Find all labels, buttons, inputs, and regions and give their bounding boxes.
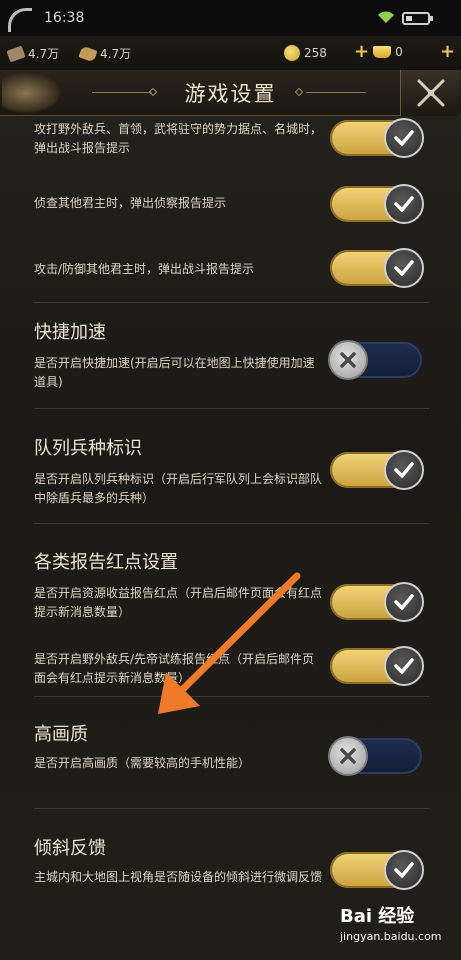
food-amount: 4.7万 bbox=[100, 47, 132, 61]
wood-resource: 4.7万 bbox=[6, 45, 60, 62]
coin-resource: 258 bbox=[284, 45, 327, 61]
coin-icon bbox=[284, 45, 300, 61]
baidu-watermark: Bai 经验 jingyan.baidu.com bbox=[340, 902, 450, 954]
food-icon bbox=[78, 45, 98, 62]
status-bar: 16:38 bbox=[0, 0, 461, 36]
annotation-arrow-icon bbox=[158, 572, 301, 714]
wood-amount: 4.7万 bbox=[28, 47, 60, 61]
add-more-button[interactable]: + bbox=[440, 43, 459, 61]
coin-amount: 258 bbox=[304, 46, 327, 60]
settings-list[interactable]: 攻打野外敌兵、首领，武将驻守的势力据点、名城时，弹出战斗报告提示 侦查其他君主时… bbox=[0, 116, 461, 960]
ingot-amount: 0 bbox=[395, 45, 403, 59]
watermark-url: jingyan.baidu.com bbox=[340, 930, 442, 943]
plus-icon[interactable]: + bbox=[354, 43, 369, 61]
close-button[interactable] bbox=[400, 70, 460, 116]
status-time: 16:38 bbox=[44, 10, 85, 26]
ingot-resource[interactable]: + 0 bbox=[354, 43, 403, 61]
wifi-icon bbox=[378, 11, 394, 23]
watermark-logo: Bai 经验 bbox=[340, 906, 415, 927]
wood-icon bbox=[6, 45, 26, 62]
plus-icon[interactable]: + bbox=[440, 43, 455, 61]
battery-icon bbox=[402, 12, 433, 25]
page-title: 游戏设置 bbox=[184, 82, 277, 106]
ingot-icon bbox=[373, 46, 392, 58]
food-resource: 4.7万 bbox=[78, 45, 132, 62]
close-icon[interactable] bbox=[415, 77, 447, 109]
resource-bar: 4.7万 4.7万 258 + 0 + bbox=[0, 36, 461, 70]
title-header: 游戏设置 bbox=[0, 70, 461, 116]
back-swipe-icon bbox=[8, 8, 32, 32]
